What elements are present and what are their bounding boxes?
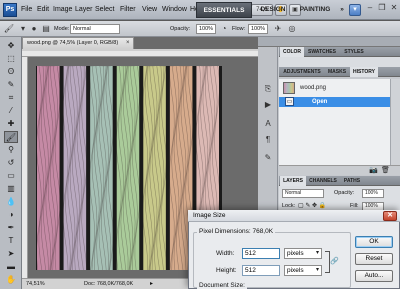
minimize-icon[interactable]: – [364,3,376,14]
workspace-design-button[interactable]: DESIGN [254,2,292,18]
close-tab-icon[interactable]: × [126,37,134,49]
status-menu-icon[interactable]: ▸ [150,279,153,289]
airbrush-icon[interactable]: ✈ [272,23,284,35]
healing-brush-tool-icon[interactable]: ✚ [4,118,18,130]
tab-adjustments[interactable]: ADJUSTMENTS [280,67,324,77]
opacity-field[interactable]: 100% [196,24,216,34]
vertical-ruler [22,57,28,279]
brush-tool-preset-icon[interactable]: 🖌 [3,23,15,35]
menu-select[interactable]: Select [95,0,114,20]
menu-file[interactable]: File [21,0,32,20]
history-panel-body [279,79,400,165]
history-panel-icon[interactable]: ⎘ [262,83,274,95]
tab-masks[interactable]: MASKS [325,67,349,77]
brush-tool-icon[interactable]: 🖌 [4,131,18,143]
cs-live-icon[interactable]: ▾ [349,4,361,16]
history-snapshot-thumbnail[interactable] [283,82,295,94]
document-icon: ▭ [285,97,294,106]
restore-icon[interactable]: ❐ [376,3,388,14]
mode-label: Mode: [54,26,70,32]
history-state-open[interactable] [279,97,390,107]
dialog-title: Image Size [188,210,400,222]
menu-layer[interactable]: Layer [75,0,93,20]
history-scrollbar[interactable] [390,79,400,165]
tab-channels[interactable]: CHANNELS [307,176,339,186]
menu-window[interactable]: Window [162,0,187,20]
workspace-painting-button[interactable]: PAINTING [293,2,337,18]
ok-button[interactable]: OK [355,236,393,248]
document-size-readout: Doc: 768,0K/768,0K [84,281,134,287]
layer-opacity-field[interactable]: 100% [362,189,384,198]
menu-filter[interactable]: Filter [120,0,136,20]
history-brush-tool-icon[interactable]: ↺ [4,157,18,169]
menu-image[interactable]: Image [53,0,72,20]
new-snapshot-icon[interactable]: 📷 [369,166,378,176]
dodge-tool-icon[interactable]: ◑ [4,209,18,221]
menu-view[interactable]: View [142,0,157,20]
eyedropper-tool-icon[interactable]: ⁄ [4,105,18,117]
opacity-pressure-icon[interactable]: ◔ [218,23,230,35]
horizontal-ruler [22,51,258,57]
history-footer: 📷 🗑 [279,165,400,175]
tab-swatches[interactable]: SWATCHES [305,47,339,57]
photoshop-logo: Ps [3,3,17,17]
dock-header [258,37,400,47]
tab-history[interactable]: HISTORY [350,67,378,77]
pixel-dimensions-label: Pixel Dimensions: 768,0K [197,227,276,237]
crop-tool-icon[interactable]: ⌗ [4,92,18,104]
document-tab[interactable]: wood.png @ 74,5% (Layer 0, RGB/8) [22,37,134,49]
close-window-icon[interactable]: ✕ [388,3,400,14]
width-unit-dropdown-icon[interactable]: ▾ [316,248,319,259]
color-panel-body [279,57,400,67]
height-input[interactable]: 512 [242,265,280,276]
width-input[interactable]: 512 [242,248,280,259]
dialog-close-icon[interactable]: ✕ [383,211,397,221]
tab-styles[interactable]: STYLES [340,47,368,57]
delete-state-icon[interactable]: 🗑 [381,166,390,176]
type-tool-icon[interactable]: T [4,235,18,247]
actions-panel-icon[interactable]: ▶ [262,99,274,111]
tab-layers[interactable]: LAYERS [280,176,306,186]
flow-field[interactable]: 100% [248,24,268,34]
history-snapshot-name[interactable]: wood.png [300,82,326,94]
link-chain-icon: 🔗 [330,258,339,265]
history-state-label: Open [312,99,328,105]
height-label: Height: [216,267,237,274]
blur-tool-icon[interactable]: 💧 [4,196,18,208]
paragraph-panel-icon[interactable]: ¶ [262,134,274,146]
character-panel-icon[interactable]: A [262,118,274,130]
zoom-readout[interactable]: 74,51% [26,279,45,289]
quick-select-tool-icon[interactable]: ✎ [4,79,18,91]
shape-tool-icon[interactable]: ▬ [4,261,18,273]
brush-panel-icon[interactable]: ▤ [40,23,52,35]
document-size-label: Document Size: [197,281,247,289]
reset-button[interactable]: Reset [355,253,393,265]
layer-opacity-label: Opacity: [334,190,355,196]
opacity-label: Opacity: [170,26,191,32]
clone-stamp-tool-icon[interactable]: ⚲ [4,144,18,156]
tablet-pressure-icon[interactable]: ◎ [286,23,298,35]
tab-paths[interactable]: PATHS [340,176,364,186]
height-unit-dropdown-icon[interactable]: ▾ [316,265,319,276]
gradient-tool-icon[interactable]: ▥ [4,183,18,195]
brush-size-icon[interactable]: ● [28,23,40,35]
workspace-more-button[interactable]: » [337,2,347,18]
path-selection-tool-icon[interactable]: ➤ [4,248,18,260]
marquee-tool-icon[interactable]: ⬚ [4,53,18,65]
eraser-tool-icon[interactable]: ▭ [4,170,18,182]
auto-button[interactable]: Auto... [355,270,393,282]
tab-color[interactable]: COLOR [280,47,304,57]
menu-edit[interactable]: Edit [37,0,49,20]
pen-tool-icon[interactable]: ✒ [4,222,18,234]
blend-mode-select[interactable]: Normal [282,189,324,198]
width-label: Width: [216,250,235,257]
workspace-essentials-button[interactable]: ESSENTIALS [196,2,252,18]
hand-tool-icon[interactable]: ✋ [4,274,18,286]
brush-panel-icon2[interactable]: ✎ [262,152,274,164]
move-tool-icon[interactable]: ✥ [4,40,18,52]
lasso-tool-icon[interactable]: ʘ [4,66,18,78]
flow-label: Flow: [232,26,246,32]
mode-select[interactable]: Normal [70,24,120,34]
